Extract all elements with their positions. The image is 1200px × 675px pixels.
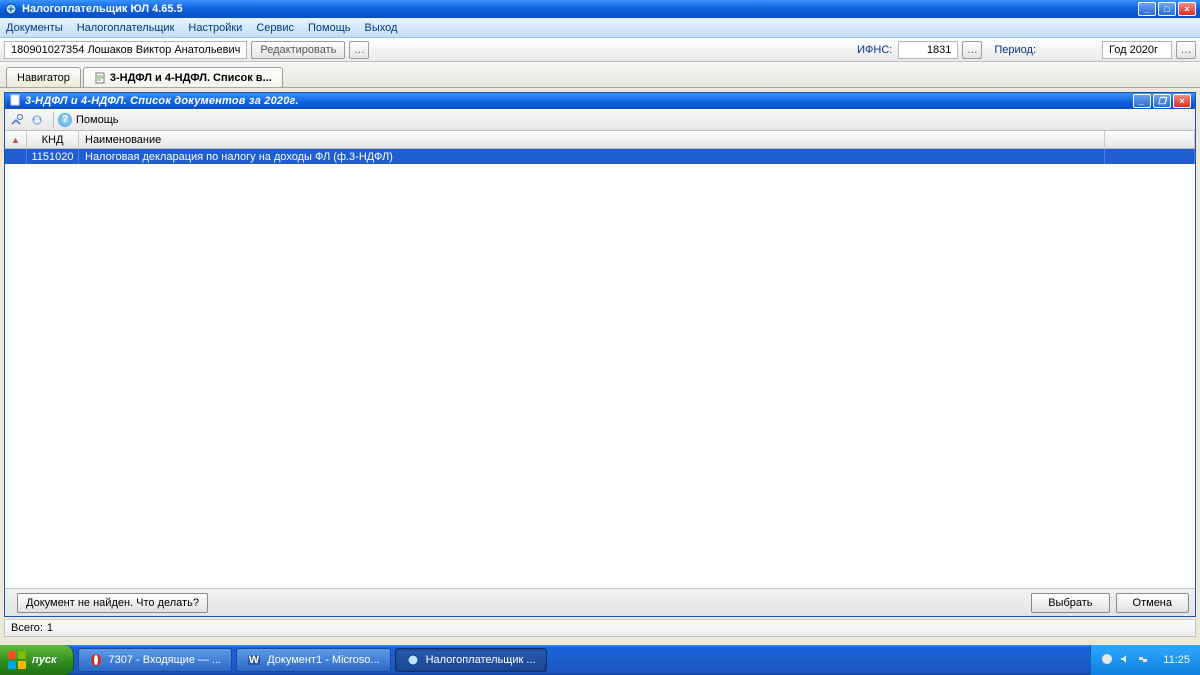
info-strip: 180901027354 Лошаков Виктор Анатольевич … bbox=[0, 38, 1200, 62]
menu-bar: Документы Налогоплательщик Настройки Сер… bbox=[0, 18, 1200, 38]
period-ellipsis-button[interactable]: … bbox=[1176, 41, 1196, 59]
child-restore-button[interactable]: ❐ bbox=[1153, 94, 1171, 108]
volume-icon[interactable] bbox=[1119, 653, 1133, 667]
menu-taxpayer[interactable]: Налогоплательщик bbox=[77, 22, 175, 34]
help-label: Помощь bbox=[76, 114, 119, 126]
document-icon bbox=[94, 72, 106, 84]
refresh-icon[interactable] bbox=[29, 112, 45, 128]
start-label: пуск bbox=[32, 654, 57, 666]
year-box[interactable]: Год 2020г bbox=[1102, 41, 1172, 59]
child-titlebar: 3-НДФЛ и 4-НДФЛ. Список документов за 20… bbox=[5, 93, 1195, 109]
edit-button[interactable]: Редактировать bbox=[251, 41, 345, 59]
app-icon bbox=[4, 2, 18, 16]
window-title: Налогоплательщик ЮЛ 4.65.5 bbox=[22, 3, 183, 15]
child-toolbar: ? Помощь bbox=[5, 109, 1195, 131]
system-tray: 11:25 bbox=[1090, 645, 1200, 675]
menu-help[interactable]: Помощь bbox=[308, 22, 351, 34]
row-marker bbox=[5, 149, 27, 164]
taskbar-label: 7307 - Входящие — ... bbox=[109, 654, 222, 666]
grid-header: ▲ КНД Наименование bbox=[5, 131, 1195, 149]
ifns-value-box[interactable]: 1831 bbox=[898, 41, 958, 59]
column-name[interactable]: Наименование bbox=[79, 131, 1105, 148]
grid-body[interactable]: 1151020 Налоговая декларация по налогу н… bbox=[5, 149, 1195, 588]
tray-icon[interactable] bbox=[1101, 653, 1115, 667]
menu-service[interactable]: Сервис bbox=[256, 22, 294, 34]
ifns-label: ИФНС: bbox=[857, 44, 892, 56]
word-icon: W bbox=[247, 653, 261, 667]
help-button[interactable]: ? Помощь bbox=[58, 113, 119, 127]
taxpayer-text: 180901027354 Лошаков Виктор Анатольевич bbox=[11, 44, 240, 56]
menu-exit[interactable]: Выход bbox=[365, 22, 398, 34]
tab-ndfl-label: 3-НДФЛ и 4-НДФЛ. Список в... bbox=[110, 72, 272, 84]
main-titlebar: Налогоплательщик ЮЛ 4.65.5 _ □ × bbox=[0, 0, 1200, 18]
document-icon bbox=[9, 94, 21, 109]
cancel-button[interactable]: Отмена bbox=[1116, 593, 1189, 613]
app-icon bbox=[406, 653, 420, 667]
menu-settings[interactable]: Настройки bbox=[188, 22, 242, 34]
clock[interactable]: 11:25 bbox=[1163, 654, 1190, 666]
network-icon[interactable] bbox=[1137, 653, 1151, 667]
find-icon[interactable] bbox=[9, 112, 25, 128]
sort-indicator[interactable]: ▲ bbox=[5, 131, 27, 148]
total-label: Всего: bbox=[11, 622, 43, 634]
start-button[interactable]: пуск bbox=[0, 645, 74, 675]
tab-navigator[interactable]: Навигатор bbox=[6, 67, 81, 87]
minimize-button[interactable]: _ bbox=[1138, 2, 1156, 16]
maximize-button[interactable]: □ bbox=[1158, 2, 1176, 16]
taskbar-item-app[interactable]: Налогоплательщик ... bbox=[395, 648, 547, 672]
total-value: 1 bbox=[47, 622, 53, 634]
svg-text:W: W bbox=[249, 654, 260, 666]
close-button[interactable]: × bbox=[1178, 2, 1196, 16]
cell-name: Налоговая декларация по налогу на доходы… bbox=[79, 149, 1105, 164]
tab-strip: Навигатор 3-НДФЛ и 4-НДФЛ. Список в... bbox=[0, 62, 1200, 88]
menu-documents[interactable]: Документы bbox=[6, 22, 63, 34]
document-grid: ▲ КНД Наименование 1151020 Налоговая дек… bbox=[5, 131, 1195, 588]
select-button[interactable]: Выбрать bbox=[1031, 593, 1109, 613]
ifns-ellipsis-button[interactable]: … bbox=[962, 41, 982, 59]
child-window: 3-НДФЛ и 4-НДФЛ. Список документов за 20… bbox=[4, 92, 1196, 617]
child-close-button[interactable]: × bbox=[1173, 94, 1191, 108]
child-title: 3-НДФЛ и 4-НДФЛ. Список документов за 20… bbox=[25, 95, 299, 107]
windows-taskbar: пуск 7307 - Входящие — ... W Документ1 -… bbox=[0, 645, 1200, 675]
taxpayer-ellipsis-button[interactable]: … bbox=[349, 41, 369, 59]
child-bottom-bar: Документ не найден. Что делать? Выбрать … bbox=[5, 588, 1195, 616]
help-icon: ? bbox=[58, 113, 72, 127]
table-row[interactable]: 1151020 Налоговая декларация по налогу н… bbox=[5, 149, 1195, 164]
taskbar-item-word[interactable]: W Документ1 - Microso... bbox=[236, 648, 390, 672]
child-minimize-button[interactable]: _ bbox=[1133, 94, 1151, 108]
period-label: Период: bbox=[994, 44, 1036, 56]
column-spacer bbox=[1105, 131, 1195, 148]
cell-knd: 1151020 bbox=[27, 149, 79, 164]
taxpayer-box[interactable]: 180901027354 Лошаков Виктор Анатольевич bbox=[4, 41, 247, 59]
doc-not-found-button[interactable]: Документ не найден. Что делать? bbox=[17, 593, 208, 613]
status-bar: Всего: 1 bbox=[4, 619, 1196, 637]
windows-logo-icon bbox=[8, 651, 26, 669]
ifns-value: 1831 bbox=[927, 44, 951, 56]
taskbar-label: Документ1 - Microso... bbox=[267, 654, 379, 666]
year-value: Год 2020г bbox=[1109, 44, 1158, 56]
column-knd[interactable]: КНД bbox=[27, 131, 79, 148]
tab-navigator-label: Навигатор bbox=[17, 72, 70, 84]
taskbar-label: Налогоплательщик ... bbox=[426, 654, 536, 666]
taskbar-item-opera[interactable]: 7307 - Входящие — ... bbox=[78, 648, 233, 672]
opera-icon bbox=[89, 653, 103, 667]
tab-ndfl[interactable]: 3-НДФЛ и 4-НДФЛ. Список в... bbox=[83, 67, 283, 87]
